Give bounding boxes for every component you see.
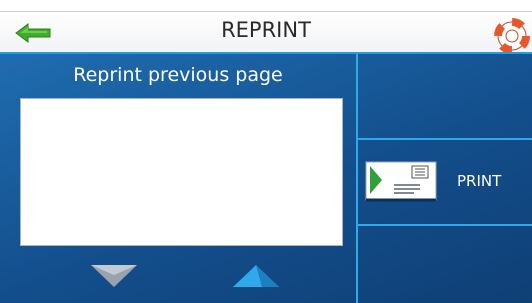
help-button[interactable] (490, 16, 530, 54)
lifebuoy-help-icon (494, 18, 530, 54)
horizontal-divider (358, 224, 532, 226)
section-title: Reprint previous page (73, 64, 283, 86)
vertical-divider (356, 54, 358, 303)
horizontal-divider (358, 138, 532, 140)
triangle-down-icon (91, 265, 137, 287)
triangle-up-icon (233, 265, 279, 287)
print-button[interactable]: PRINT (364, 160, 524, 204)
print-label: PRINT (457, 172, 502, 190)
scroll-down-button[interactable] (90, 263, 138, 289)
page-title: REPRINT (221, 18, 311, 42)
scroll-up-button[interactable] (232, 263, 280, 289)
main-panel: Reprint previous page PRINT (0, 54, 532, 303)
top-border (0, 0, 532, 12)
header-bar: REPRINT (0, 12, 532, 54)
print-document-icon (365, 161, 437, 202)
page-preview (20, 98, 343, 246)
